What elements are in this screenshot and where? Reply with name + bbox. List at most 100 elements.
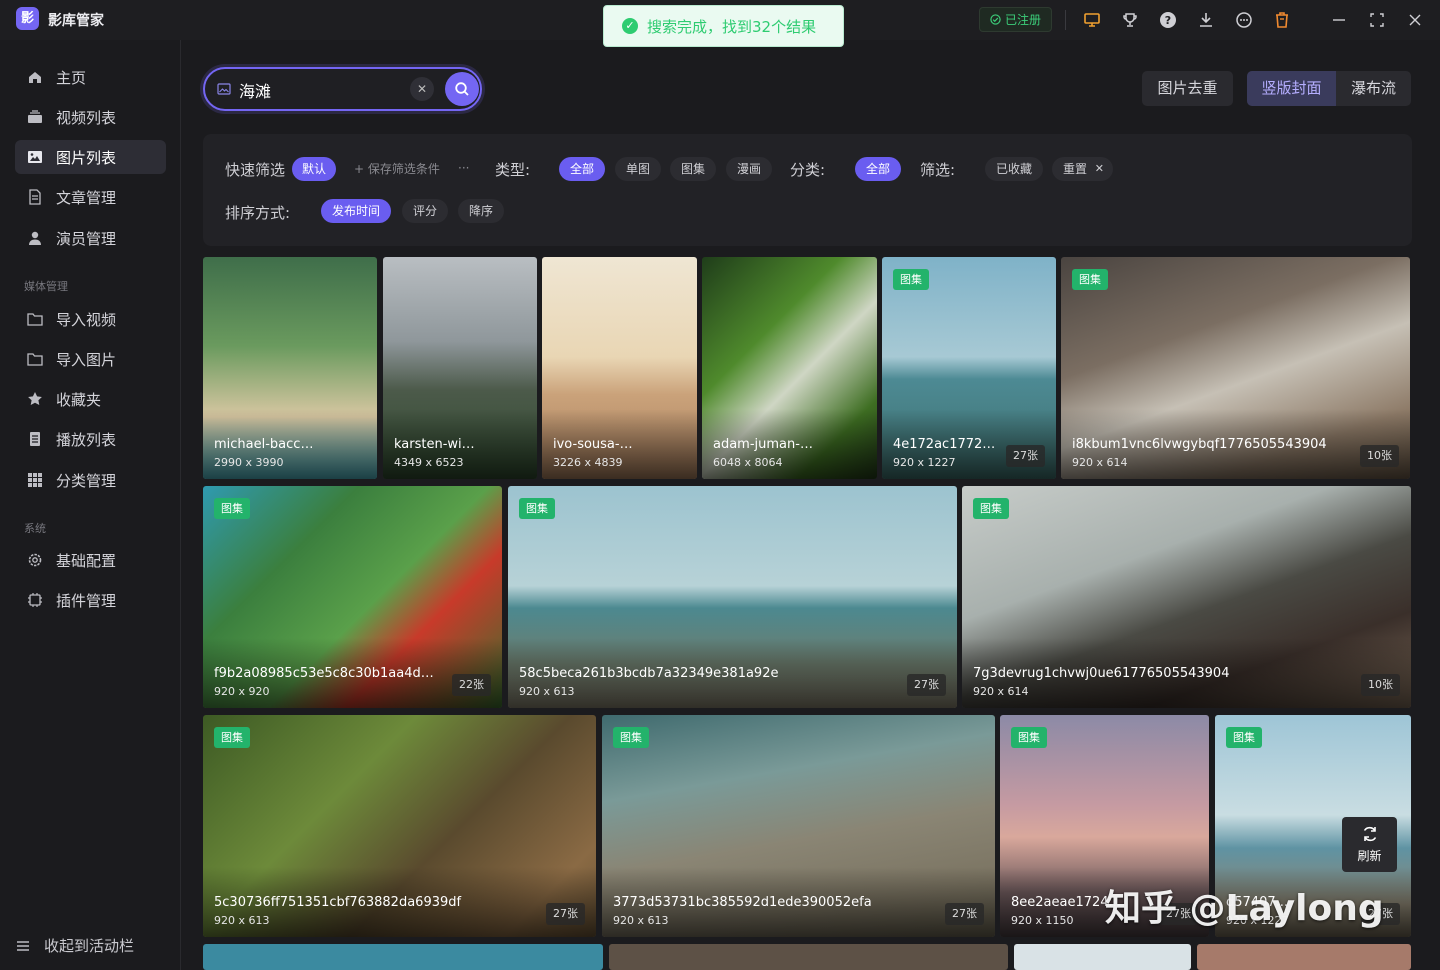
search-input[interactable] bbox=[239, 78, 399, 102]
image-count: 10张 bbox=[1361, 674, 1400, 696]
gallery-badge: 图集 bbox=[973, 498, 1009, 519]
image-count: 27张 bbox=[907, 674, 946, 696]
view-waterfall[interactable]: 瀑布流 bbox=[1336, 71, 1411, 106]
menu-icon bbox=[14, 937, 32, 955]
watermark: 知乎 @Laylong bbox=[1105, 888, 1384, 929]
download-icon[interactable] bbox=[1195, 9, 1217, 31]
sort-publish-time[interactable]: 发布时间 bbox=[321, 199, 392, 223]
gallery-card[interactable]: ivo-sousa-martins... 3226 x 4839 bbox=[542, 257, 697, 479]
gallery-card[interactable] bbox=[609, 944, 1008, 970]
image-count: 27张 bbox=[945, 903, 984, 925]
type-label: 类型: bbox=[495, 161, 531, 179]
minimize-icon[interactable] bbox=[1328, 9, 1350, 31]
maximize-icon[interactable] bbox=[1366, 9, 1388, 31]
card-title: f9b2a08985c53e5c8c30b1aa4dff1674 bbox=[214, 666, 442, 681]
gallery-card[interactable]: karsten-winegeart... 4349 x 6523 bbox=[383, 257, 537, 479]
sidebar-item-import-video[interactable]: 导入视频 bbox=[15, 302, 166, 336]
trophy-icon[interactable] bbox=[1119, 9, 1141, 31]
sidebar: 主页 视频列表 图片列表 文章管理 演员管理 媒体管理 导入视频 导入图片 收藏… bbox=[0, 40, 181, 970]
collapse-sidebar-button[interactable]: 收起到活动栏 bbox=[14, 935, 134, 956]
quick-filter-default[interactable]: 默认 bbox=[292, 157, 337, 181]
search-button[interactable] bbox=[445, 72, 479, 106]
sidebar-item-import-image[interactable]: 导入图片 bbox=[15, 342, 166, 376]
gallery-badge: 图集 bbox=[214, 727, 250, 748]
card-title: 4e172ac1772131019bc... bbox=[893, 437, 996, 452]
sidebar-item-settings[interactable]: 基础配置 bbox=[15, 543, 166, 577]
gallery-card[interactable]: 图集 3773d53731bc385592d1ede390052efa 920 … bbox=[602, 715, 995, 937]
sidebar-item-favorites[interactable]: 收藏夹 bbox=[15, 382, 166, 416]
filter-label: 筛选: bbox=[920, 161, 956, 179]
gallery-card[interactable] bbox=[1197, 944, 1411, 970]
gallery-card[interactable]: 图集 f9b2a08985c53e5c8c30b1aa4dff1674 920 … bbox=[203, 486, 502, 708]
card-title: 5c30736ff751351cbf763882da6939df bbox=[214, 895, 462, 910]
search-result-toast: ✓ 搜索完成，找到32个结果 bbox=[603, 5, 844, 47]
card-dimensions: 920 x 1227 bbox=[893, 456, 956, 469]
sidebar-item-playlists[interactable]: 播放列表 bbox=[15, 422, 166, 456]
quick-filter-label: 快速筛选 bbox=[225, 161, 286, 179]
star-icon bbox=[26, 390, 44, 408]
gallery-card[interactable]: 图集 7g3devrug1chvwj0ue61776505543904 920 … bbox=[962, 486, 1411, 708]
refresh-label: 刷新 bbox=[1357, 849, 1382, 863]
type-all[interactable]: 全部 bbox=[559, 157, 606, 181]
gallery-card[interactable]: 图集 58c5beca261b3bcdb7a32349e381a92e 920 … bbox=[508, 486, 957, 708]
card-title: karsten-winegeart... bbox=[394, 437, 477, 452]
gallery-card[interactable]: michael-baccin-... 2990 x 3990 bbox=[203, 257, 377, 479]
sidebar-item-videos[interactable]: 视频列表 bbox=[15, 100, 166, 134]
sidebar-item-plugins[interactable]: 插件管理 bbox=[15, 583, 166, 617]
sort-rating[interactable]: 评分 bbox=[402, 199, 449, 223]
gallery-card[interactable]: 图集 i8kbum1vnc6lvwgybqf1776505543904 920 … bbox=[1061, 257, 1410, 479]
gallery-card[interactable] bbox=[1014, 944, 1191, 970]
monitor-icon[interactable] bbox=[1081, 9, 1103, 31]
gallery-card[interactable]: adam-juman-NxeQU... 6048 x 8064 bbox=[702, 257, 877, 479]
save-filter-conditions[interactable]: + 保存筛选条件 bbox=[343, 157, 451, 181]
reset-filter-button[interactable]: 重置 ✕ bbox=[1052, 157, 1114, 181]
gallery-card[interactable]: 图集 5c30736ff751351cbf763882da6939df 920 … bbox=[203, 715, 596, 937]
folder-icon bbox=[26, 350, 44, 368]
more-options[interactable]: ··· bbox=[447, 156, 480, 180]
person-icon bbox=[26, 229, 44, 247]
card-dimensions: 920 x 613 bbox=[519, 685, 575, 698]
category-all[interactable]: 全部 bbox=[855, 157, 902, 181]
gallery-badge: 图集 bbox=[893, 269, 929, 290]
sidebar-item-label: 播放列表 bbox=[56, 430, 117, 449]
type-gallery[interactable]: 图集 bbox=[670, 157, 717, 181]
sidebar-item-home[interactable]: 主页 bbox=[15, 60, 166, 94]
plugin-icon bbox=[26, 591, 44, 609]
gallery-badge: 图集 bbox=[214, 498, 250, 519]
image-count: 22张 bbox=[452, 674, 491, 696]
registered-badge[interactable]: 已注册 bbox=[979, 7, 1052, 32]
chat-icon[interactable] bbox=[1233, 9, 1255, 31]
trash-icon[interactable] bbox=[1271, 9, 1293, 31]
gallery-badge: 图集 bbox=[519, 498, 555, 519]
sidebar-item-label: 导入图片 bbox=[56, 350, 117, 369]
sidebar-section-media: 媒体管理 bbox=[24, 280, 68, 293]
sidebar-item-label: 收藏夹 bbox=[56, 390, 102, 409]
close-icon[interactable] bbox=[1404, 9, 1426, 31]
sidebar-item-categories[interactable]: 分类管理 bbox=[15, 463, 166, 497]
view-portrait-cover[interactable]: 竖版封面 bbox=[1247, 71, 1336, 106]
gallery-card[interactable]: 图集 4e172ac1772131019bc... 920 x 1227 27张 bbox=[882, 257, 1056, 479]
image-dedupe-button[interactable]: 图片去重 bbox=[1142, 71, 1233, 106]
type-single[interactable]: 单图 bbox=[615, 157, 662, 181]
card-dimensions: 920 x 613 bbox=[214, 914, 270, 927]
help-icon[interactable]: ? bbox=[1157, 9, 1179, 31]
sidebar-item-articles[interactable]: 文章管理 bbox=[15, 180, 166, 214]
sort-descending[interactable]: 降序 bbox=[458, 199, 505, 223]
sidebar-item-actors[interactable]: 演员管理 bbox=[15, 221, 166, 255]
gallery-card[interactable] bbox=[203, 944, 603, 970]
refresh-button[interactable]: 刷新 bbox=[1342, 817, 1397, 872]
type-comic[interactable]: 漫画 bbox=[726, 157, 773, 181]
image-count: 10张 bbox=[1360, 445, 1399, 467]
grid-icon bbox=[26, 471, 44, 489]
search-icon bbox=[455, 82, 469, 96]
sidebar-item-images[interactable]: 图片列表 bbox=[15, 140, 166, 174]
app-logo: 影 bbox=[16, 7, 39, 30]
clear-search-button[interactable]: ✕ bbox=[410, 77, 434, 101]
home-icon bbox=[26, 68, 44, 86]
view-mode-toggle: 竖版封面 瀑布流 bbox=[1247, 71, 1411, 106]
card-dimensions: 920 x 614 bbox=[973, 685, 1029, 698]
card-dimensions: 920 x 1150 bbox=[1011, 914, 1074, 927]
toast-text: 搜索完成，找到32个结果 bbox=[647, 17, 817, 36]
favorited-filter[interactable]: 已收藏 bbox=[985, 157, 1044, 181]
image-list-icon bbox=[26, 148, 44, 166]
